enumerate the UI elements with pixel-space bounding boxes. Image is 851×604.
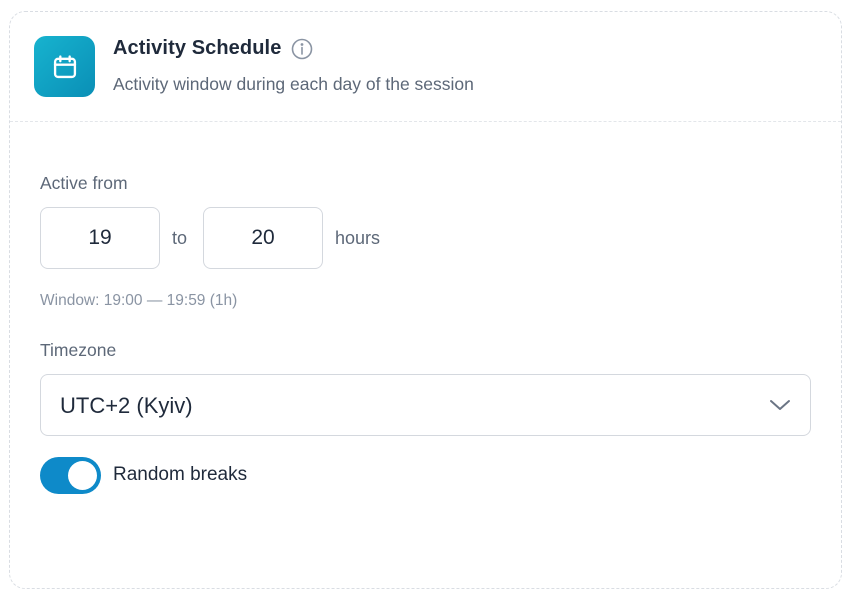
timezone-select[interactable]: UTC+2 (Kyiv): [40, 374, 811, 436]
random-breaks-label: Random breaks: [113, 464, 248, 485]
toggle-knob: [68, 461, 97, 490]
from-hour-input[interactable]: [40, 207, 160, 269]
hours-unit-label: hours: [335, 228, 381, 248]
activity-schedule-card: Activity Schedule Activity window during…: [9, 11, 842, 589]
card-title: Activity Schedule: [113, 37, 282, 59]
info-icon[interactable]: [291, 38, 313, 60]
active-from-label: Active from: [40, 173, 128, 193]
random-breaks-toggle[interactable]: [40, 457, 101, 494]
timezone-label: Timezone: [40, 340, 117, 360]
chevron-down-icon: [768, 396, 792, 419]
calendar-icon: [34, 36, 95, 97]
window-hint: Window: 19:00 — 19:59 (1h): [40, 292, 238, 309]
header-title-row: Activity Schedule: [113, 37, 313, 60]
card-header: Activity Schedule Activity window during…: [10, 12, 841, 122]
to-label: to: [172, 228, 188, 248]
to-hour-input[interactable]: [203, 207, 323, 269]
card-subtitle: Activity window during each day of the s…: [113, 74, 474, 94]
timezone-selected-value: UTC+2 (Kyiv): [60, 393, 193, 418]
